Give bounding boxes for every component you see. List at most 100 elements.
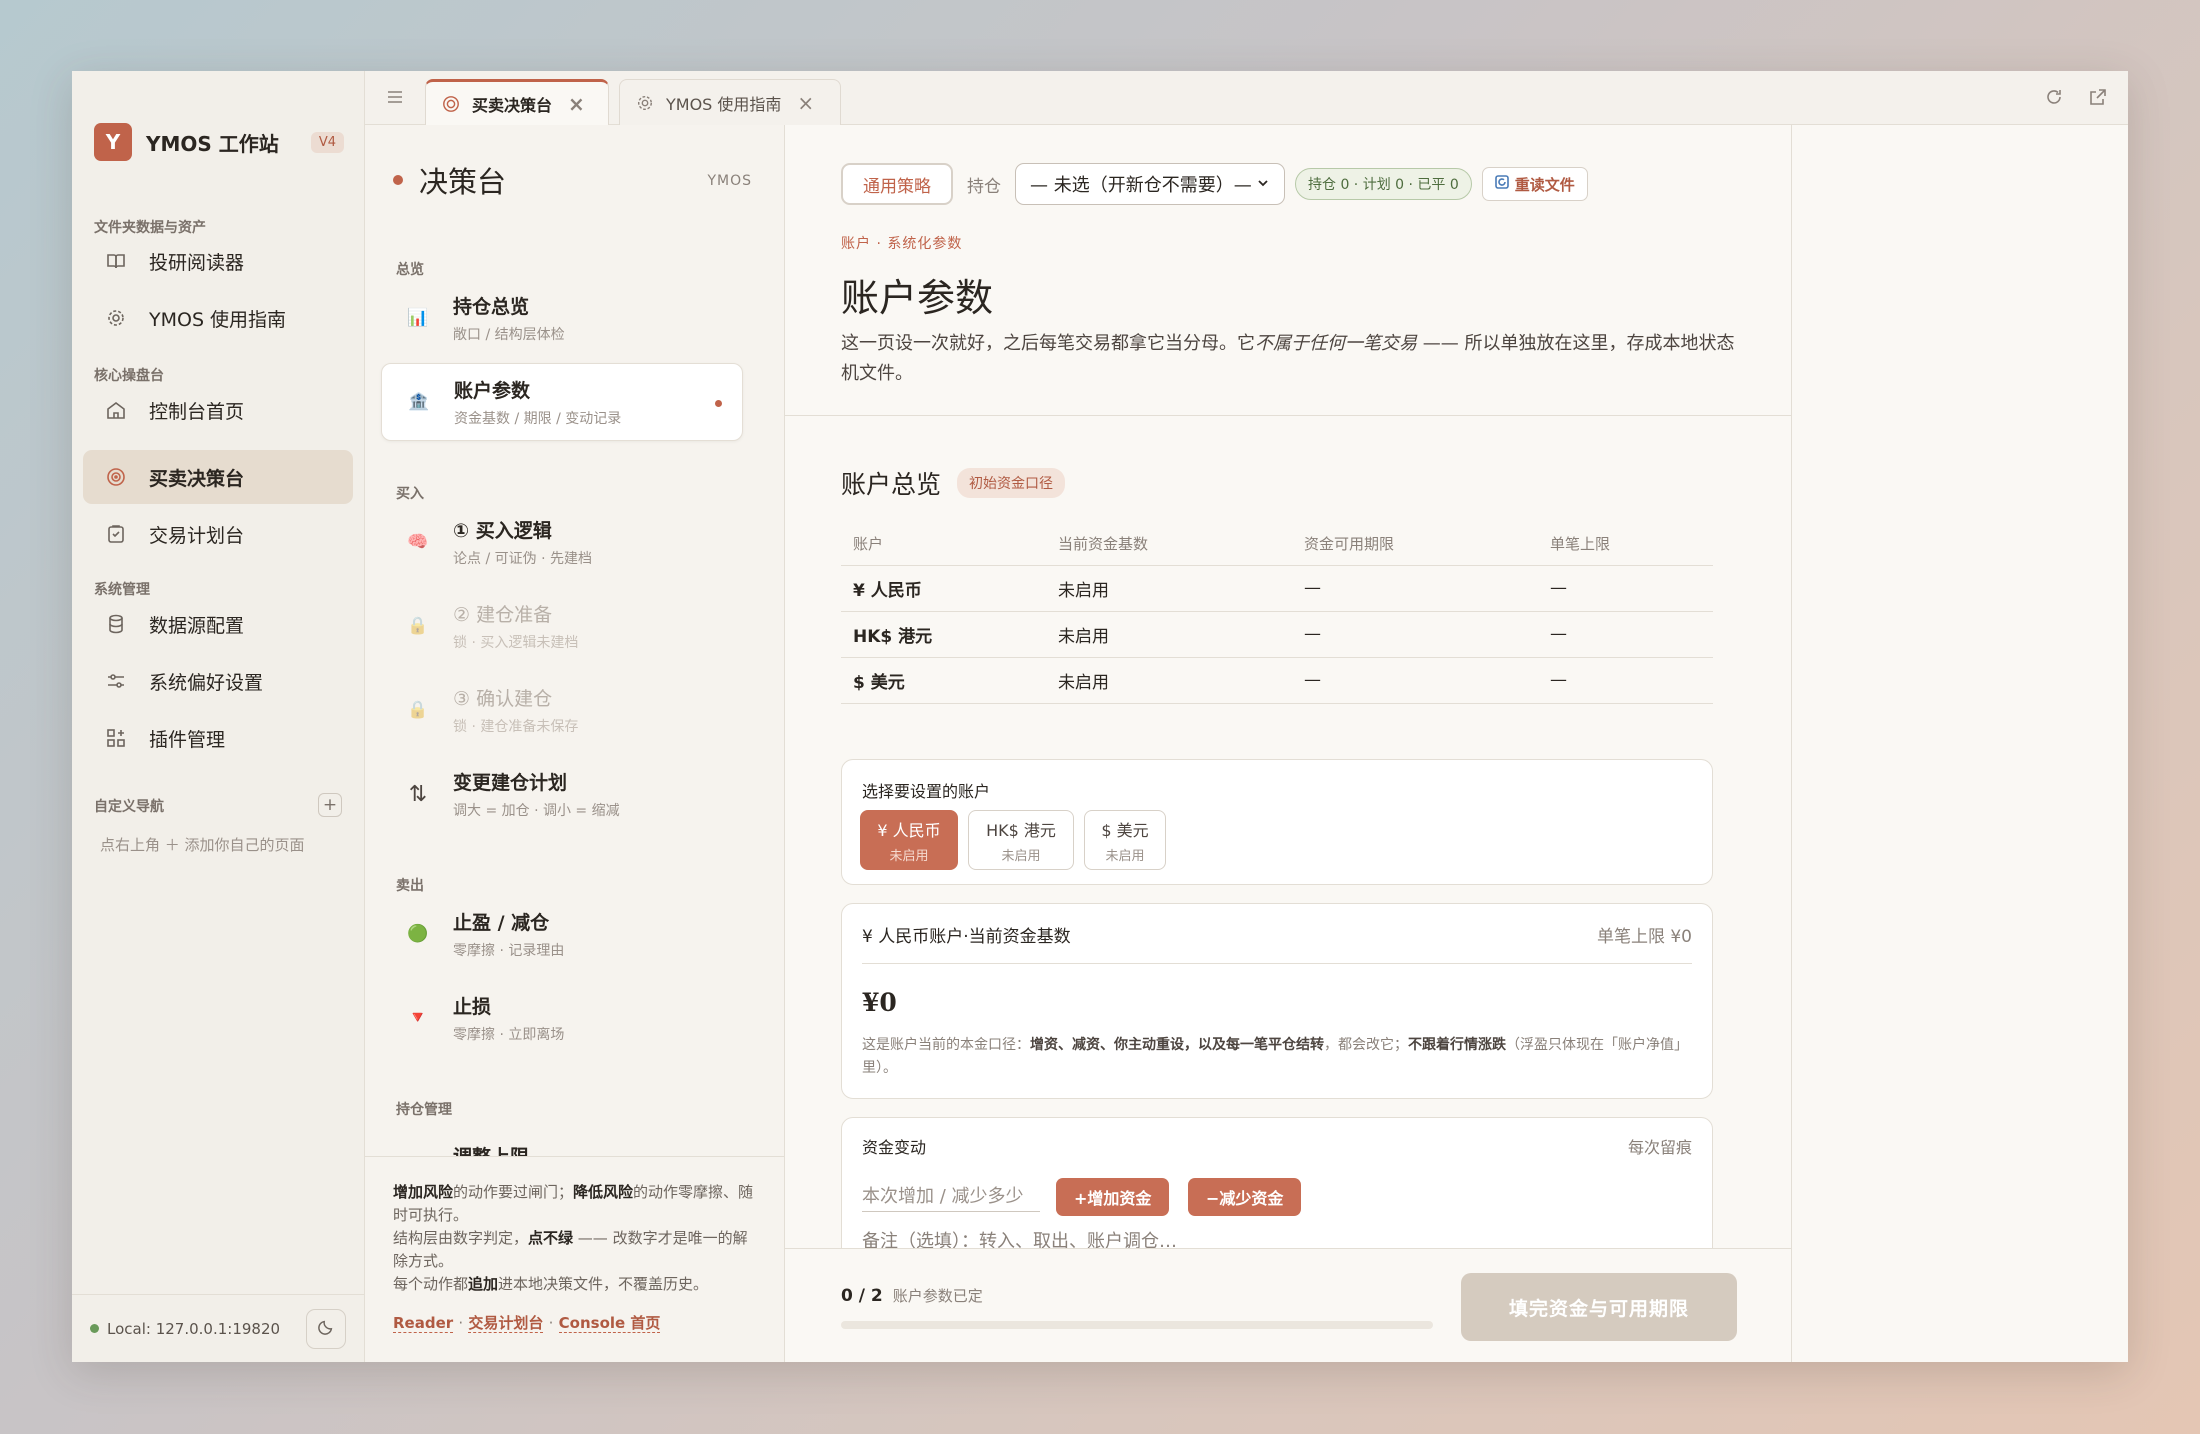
- sidebar-item-prefs[interactable]: 系统偏好设置: [83, 654, 353, 708]
- progress-count: 0 / 2: [841, 1286, 883, 1306]
- capital-note: 这是账户当前的本金口径：增资、减资、你主动重设，以及每一笔平仓结转，都会改它；不…: [862, 1034, 1692, 1080]
- reduce-capital-button[interactable]: −减少资金: [1188, 1178, 1302, 1216]
- external-link-icon[interactable]: [2088, 87, 2110, 109]
- note-bold: 不跟着行情涨跌: [1408, 1037, 1506, 1053]
- sidebar: Y YMOS 工作站 V4 文件夹数据与资产 投研阅读器 YMOS 使用指南 核…: [72, 71, 365, 1362]
- item-sub: 零摩擦 · 立即离场: [453, 1027, 565, 1043]
- lock-icon: 🔒: [407, 700, 429, 720]
- section-label: 买入: [396, 486, 424, 502]
- link-trade-plan[interactable]: 交易计划台: [468, 1314, 544, 1333]
- moon-icon: [317, 1318, 335, 1340]
- panel-item-stop-loss[interactable]: 🔻 止损 零摩擦 · 立即离场: [381, 979, 743, 1057]
- item-title: ① 买入逻辑: [453, 520, 552, 542]
- panel-item-change-plan[interactable]: ⇅ 变更建仓计划 调大 = 加仓 · 调小 = 缩减: [381, 755, 743, 833]
- sidebar-item-datasource[interactable]: 数据源配置: [83, 597, 353, 651]
- sidebar-item-reader[interactable]: 投研阅读器: [83, 234, 353, 288]
- gear-icon: [105, 307, 127, 329]
- sliders-icon: [105, 670, 127, 692]
- swap-arrows-icon: ⇅: [408, 781, 428, 807]
- chart-icon: 📊: [407, 308, 429, 328]
- cell: $ 美元: [841, 657, 1046, 704]
- item-title: ② 建仓准备: [453, 604, 553, 626]
- refresh-icon[interactable]: [2044, 87, 2066, 109]
- control-bar: 通用策略 持仓 — 未选（开新仓不需要）— 持仓 0 · 计划 0 · 已平 0…: [841, 163, 1588, 205]
- sidebar-item-plan[interactable]: 交易计划台: [83, 507, 353, 561]
- cell: 未启用: [1046, 657, 1292, 704]
- capital-amount: ¥0: [862, 988, 897, 1017]
- capital-change-label: 资金变动: [862, 1138, 927, 1157]
- progress-bar: [841, 1321, 1433, 1329]
- target-icon: [105, 466, 127, 488]
- footer-bold: 降低风险: [573, 1183, 634, 1201]
- submit-button[interactable]: 填完资金与可用期限: [1461, 1273, 1737, 1341]
- panel-item-buy-logic[interactable]: 🧠 ① 买入逻辑 论点 / 可证伪 · 先建档: [381, 503, 743, 581]
- add-capital-button[interactable]: +增加资金: [1056, 1178, 1170, 1216]
- red-triangle-icon: 🔻: [407, 1008, 429, 1028]
- sidebar-item-plugins[interactable]: 插件管理: [83, 711, 353, 765]
- single-limit: 单笔上限 ¥0: [1596, 927, 1692, 947]
- link-reader[interactable]: Reader: [393, 1314, 454, 1333]
- table-header: 账户 当前资金基数 资金可用期限 单笔上限: [841, 523, 1713, 566]
- position-select[interactable]: — 未选（开新仓不需要）—: [1015, 163, 1285, 205]
- strategy-button[interactable]: 通用策略: [841, 163, 953, 205]
- app-window: Y YMOS 工作站 V4 文件夹数据与资产 投研阅读器 YMOS 使用指南 核…: [72, 71, 2128, 1362]
- status-badge: 持仓 0 · 计划 0 · 已平 0: [1295, 168, 1472, 200]
- section-label: 总览: [396, 262, 424, 278]
- col-header: 当前资金基数: [1046, 523, 1292, 566]
- brain-icon: 🧠: [407, 532, 429, 552]
- theme-toggle-button[interactable]: [306, 1309, 346, 1349]
- item-title: 持仓总览: [453, 296, 530, 318]
- item-title: ③ 确认建仓: [453, 688, 553, 710]
- menu-icon[interactable]: [385, 87, 405, 107]
- tab-guide[interactable]: YMOS 使用指南 ×: [619, 79, 841, 125]
- footer-text: 结构层由数字判定，: [393, 1229, 529, 1247]
- clipboard-icon: [105, 523, 127, 545]
- panel-item-confirm: 🔒 ③ 确认建仓锁 · 建仓准备未保存: [381, 671, 743, 749]
- add-page-button[interactable]: +: [318, 793, 342, 817]
- capital-base-header: ¥ 人民币账户·当前资金基数 单笔上限 ¥0: [862, 922, 1692, 964]
- table-row: ¥ 人民币 未启用 — —: [841, 565, 1713, 612]
- account-selector-card: 选择要设置的账户 ¥ 人民币 未启用 HK$ 港元 未启用 $ 美元 未启用: [841, 759, 1713, 885]
- progress-label: 账户参数已定: [892, 1287, 983, 1305]
- account-table: 账户 当前资金基数 资金可用期限 单笔上限 ¥ 人民币 未启用 — — HK$ …: [841, 523, 1713, 704]
- capital-base-label: ¥ 人民币账户·当前资金基数: [862, 927, 1071, 947]
- account-option-hkd[interactable]: HK$ 港元 未启用: [968, 810, 1074, 870]
- table-row: HK$ 港元 未启用 — —: [841, 611, 1713, 658]
- close-icon[interactable]: ×: [568, 92, 585, 116]
- progress-footer: 0 / 2 账户参数已定 填完资金与可用期限: [785, 1248, 1791, 1362]
- plus-icon: +: [322, 795, 338, 815]
- brand: Y YMOS 工作站 V4: [94, 123, 344, 161]
- account-selector-label: 选择要设置的账户: [862, 782, 991, 801]
- close-icon[interactable]: ×: [797, 91, 814, 115]
- reread-file-button[interactable]: 重读文件: [1481, 167, 1588, 201]
- account-status: 未启用: [889, 848, 929, 864]
- sidebar-item-console[interactable]: 控制台首页: [83, 383, 353, 437]
- desc-emphasis: 不属于任何一笔交易: [1255, 333, 1417, 354]
- panel-item-account[interactable]: 🏦 账户参数 资金基数 / 期限 / 变动记录: [381, 363, 743, 441]
- sidebar-item-guide[interactable]: YMOS 使用指南: [83, 291, 353, 345]
- panel-item-adjust-limit[interactable]: 调整上限: [381, 1117, 743, 1159]
- overview-title-text: 账户总览: [841, 470, 942, 499]
- section-label: 持仓管理: [396, 1102, 452, 1118]
- note-text: 这是账户当前的本金口径：: [862, 1037, 1030, 1053]
- tab-label: YMOS 使用指南: [666, 94, 782, 114]
- footer-text: 进本地决策文件，不覆盖历史。: [498, 1275, 709, 1293]
- sidebar-item-label: 数据源配置: [149, 614, 245, 637]
- panel-item-positions[interactable]: 📊 持仓总览 敞口 / 结构层体检: [381, 279, 743, 357]
- progress-text: 0 / 2 账户参数已定: [841, 1285, 983, 1306]
- account-option-usd[interactable]: $ 美元 未启用: [1084, 810, 1166, 870]
- gear-icon: [636, 94, 654, 112]
- panel-item-take-profit[interactable]: 🟢 止盈 / 减仓 零摩擦 · 记录理由: [381, 895, 743, 973]
- section-label: 自定义导航: [94, 799, 164, 815]
- change-amount-input[interactable]: 本次增加 / 减少多少: [862, 1178, 1040, 1212]
- logo: Y: [94, 123, 132, 161]
- sidebar-item-decision[interactable]: 买卖决策台: [83, 450, 353, 504]
- position-select-value: — 未选（开新仓不需要）—: [1030, 175, 1252, 196]
- panel-tag: YMOS: [707, 173, 752, 189]
- account-option-cny[interactable]: ¥ 人民币 未启用: [860, 810, 958, 870]
- link-console[interactable]: Console 首页: [558, 1314, 661, 1333]
- tab-decision[interactable]: 买卖决策台 ×: [425, 79, 609, 125]
- footer-bold: 增加风险: [393, 1183, 454, 1201]
- footer-text: 的动作要过闸门；: [453, 1183, 574, 1201]
- capital-base-card: ¥ 人民币账户·当前资金基数 单笔上限 ¥0 ¥0 这是账户当前的本金口径：增资、…: [841, 903, 1713, 1099]
